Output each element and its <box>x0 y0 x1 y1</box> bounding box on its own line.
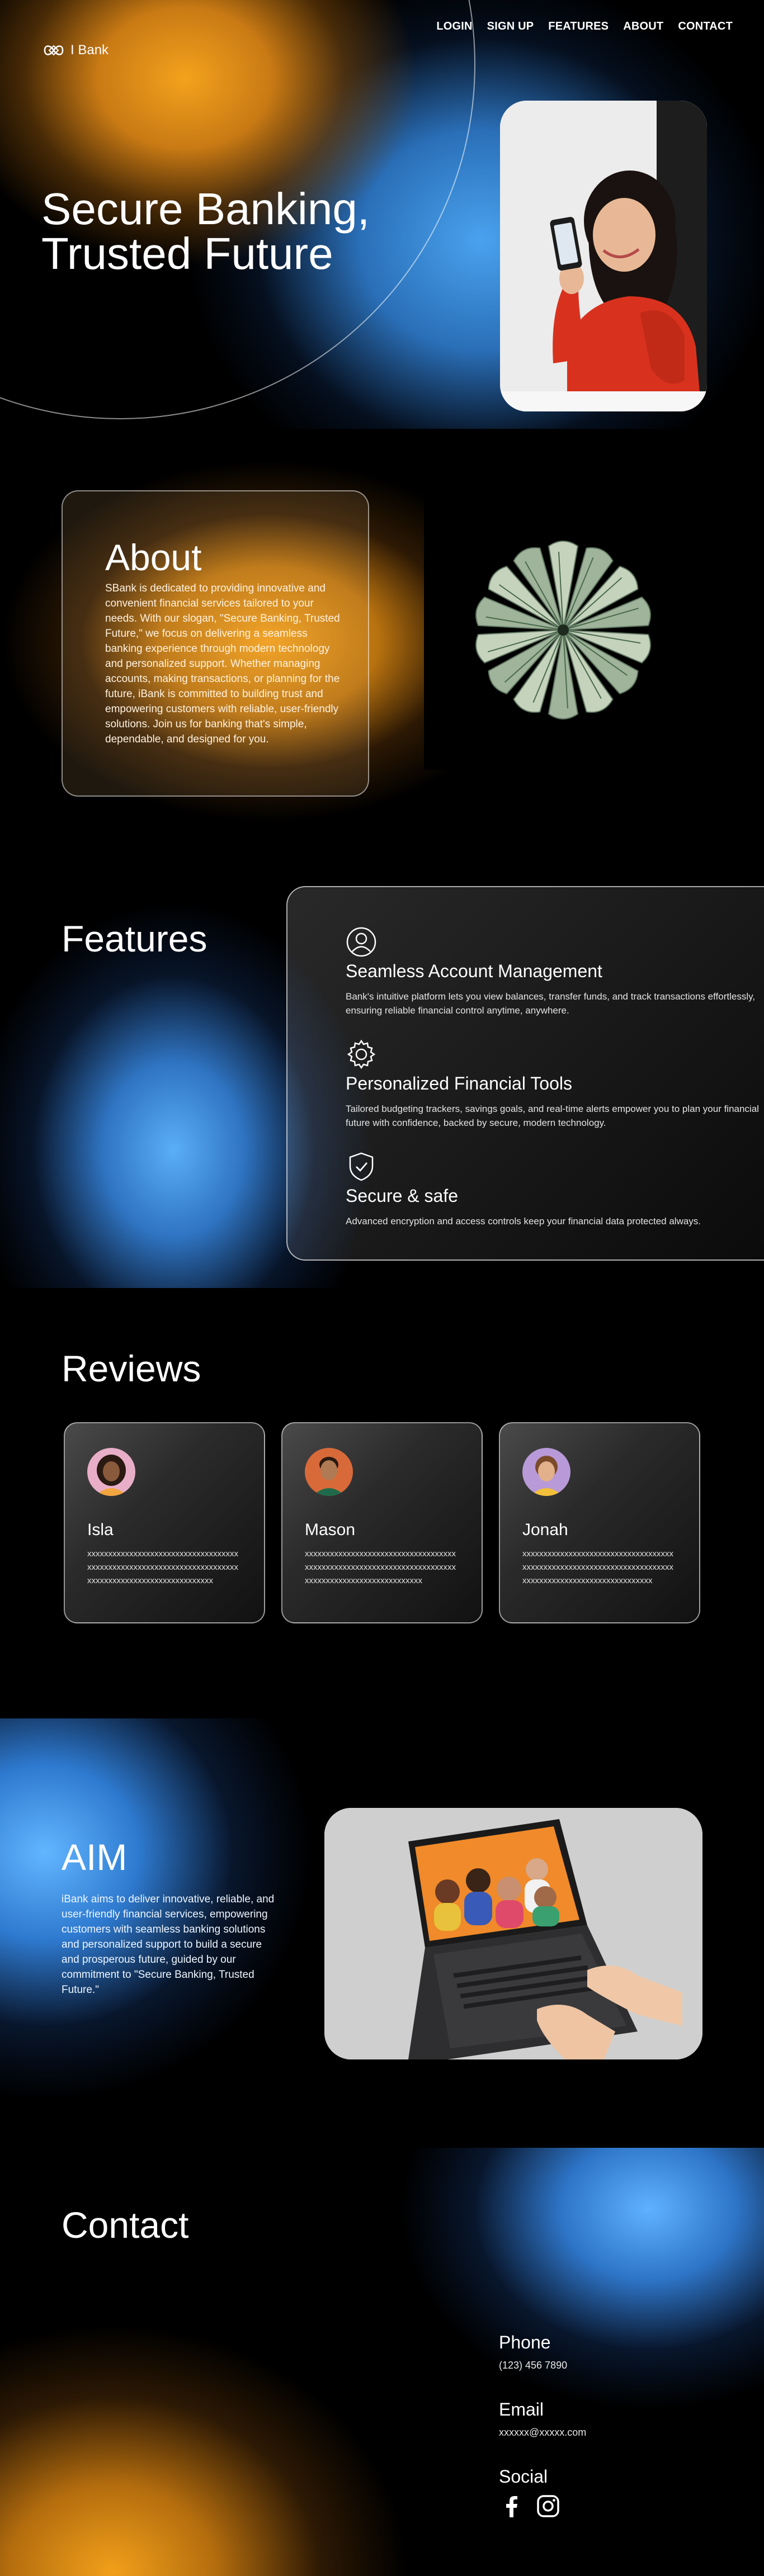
avatar <box>522 1448 570 1496</box>
review-text: xxxxxxxxxxxxxxxxxxxxxxxxxxxxxxxxxxxxxxxx… <box>522 1549 673 1585</box>
phone-value[interactable]: (123) 456 7890 <box>499 2360 567 2371</box>
about-card: About SBank is dedicated to providing in… <box>62 490 369 797</box>
aim-title: AIM <box>62 1836 128 1878</box>
woman-with-phone-illustration <box>500 101 707 411</box>
reviewer-name: Isla <box>87 1521 114 1539</box>
review-text: xxxxxxxxxxxxxxxxxxxxxxxxxxxxxxxxxxxxxxxx… <box>87 1549 238 1585</box>
feature-account-management: Seamless Account Management Bank's intui… <box>346 926 764 1017</box>
feature-financial-tools: Personalized Financial Tools Tailored bu… <box>346 1039 764 1130</box>
avatar-mason-illustration <box>305 1448 353 1496</box>
hero-section: I Bank LOGIN SIGN UP FEATURES ABOUT CONT… <box>0 0 764 429</box>
avatar <box>305 1448 353 1496</box>
avatar <box>87 1448 135 1496</box>
reviews-title: Reviews <box>62 1348 201 1389</box>
social-label: Social <box>499 2466 548 2487</box>
review-text: xxxxxxxxxxxxxxxxxxxxxxxxxxxxxxxxxxxxxxxx… <box>305 1549 456 1585</box>
feature-secure-safe: Secure & safe Advanced encryption and ac… <box>346 1151 764 1228</box>
aim-section: AIM iBank aims to deliver innovative, re… <box>0 1718 764 2148</box>
feature-title: Seamless Account Management <box>346 961 602 981</box>
feature-body: Tailored budgeting trackers, savings goa… <box>346 1104 759 1128</box>
gear-icon <box>347 1039 376 1069</box>
user-circle-icon <box>346 927 376 957</box>
contact-social: Social <box>499 2466 560 2518</box>
nav-features[interactable]: FEATURES <box>548 20 609 33</box>
email-label: Email <box>499 2399 544 2419</box>
social-links <box>499 2494 560 2518</box>
top-nav: LOGIN SIGN UP FEATURES ABOUT CONTACT <box>436 20 733 33</box>
nav-about[interactable]: ABOUT <box>623 20 663 33</box>
hero-title: Secure Banking, Trusted Future <box>41 187 433 276</box>
email-value[interactable]: xxxxxx@xxxxx.com <box>499 2427 586 2438</box>
avatar-isla-illustration <box>87 1448 135 1496</box>
contact-section: Contact Phone (123) 456 7890 Email xxxxx… <box>0 2148 764 2576</box>
contact-title: Contact <box>62 2204 189 2246</box>
feature-title: Secure & safe <box>346 1186 458 1206</box>
aim-laptop-video-call-photo <box>324 1808 702 2059</box>
hero-title-line1: Secure Banking, <box>41 184 370 234</box>
features-card: Seamless Account Management Bank's intui… <box>286 886 764 1261</box>
brand-name: I Bank <box>70 42 109 58</box>
review-card: Jonah xxxxxxxxxxxxxxxxxxxxxxxxxxxxxxxxxx… <box>499 1422 700 1623</box>
feature-body: Bank's intuitive platform lets you view … <box>346 991 756 1016</box>
reviews-section: Reviews Isla xxxxxxxxxxxxxxxxxxxxxxxxxxx… <box>0 1288 764 1718</box>
about-body: SBank is dedicated to providing innovati… <box>105 583 340 745</box>
features-section: Features Seamless Account Management Ban… <box>0 859 764 1288</box>
about-title: About <box>105 537 202 578</box>
nav-contact[interactable]: CONTACT <box>678 20 733 33</box>
reviewer-name: Mason <box>305 1521 356 1539</box>
feature-body: Advanced encryption and access controls … <box>346 1216 701 1227</box>
instagram-icon[interactable] <box>536 2494 560 2518</box>
infinity-logo-icon <box>44 45 64 56</box>
review-card: Mason xxxxxxxxxxxxxxxxxxxxxxxxxxxxxxxxxx… <box>281 1422 483 1623</box>
contact-phone: Phone (123) 456 7890 <box>499 2332 567 2371</box>
reviewer-name: Jonah <box>522 1521 568 1539</box>
about-section: About SBank is dedicated to providing in… <box>0 429 764 859</box>
feature-title: Personalized Financial Tools <box>346 1073 572 1093</box>
nav-sign-up[interactable]: SIGN UP <box>487 20 534 33</box>
hero-photo-woman-with-phone <box>500 101 707 411</box>
brand-logo[interactable]: I Bank <box>43 40 109 60</box>
avatar-jonah-illustration <box>522 1448 570 1496</box>
laptop-video-call-illustration <box>324 1808 702 2059</box>
money-rosette-illustration <box>424 490 702 770</box>
hero-title-line2: Trusted Future <box>41 229 333 278</box>
aim-body: iBank aims to deliver innovative, reliab… <box>62 1893 275 1996</box>
facebook-icon[interactable] <box>499 2494 524 2518</box>
nav-login[interactable]: LOGIN <box>436 20 472 33</box>
contact-email: Email xxxxxx@xxxxx.com <box>499 2399 586 2438</box>
features-title: Features <box>62 918 207 959</box>
about-money-rosette-image <box>424 490 702 770</box>
phone-label: Phone <box>499 2332 551 2352</box>
review-card: Isla xxxxxxxxxxxxxxxxxxxxxxxxxxxxxxxxxxx… <box>64 1422 265 1623</box>
shield-check-icon <box>349 1152 374 1181</box>
